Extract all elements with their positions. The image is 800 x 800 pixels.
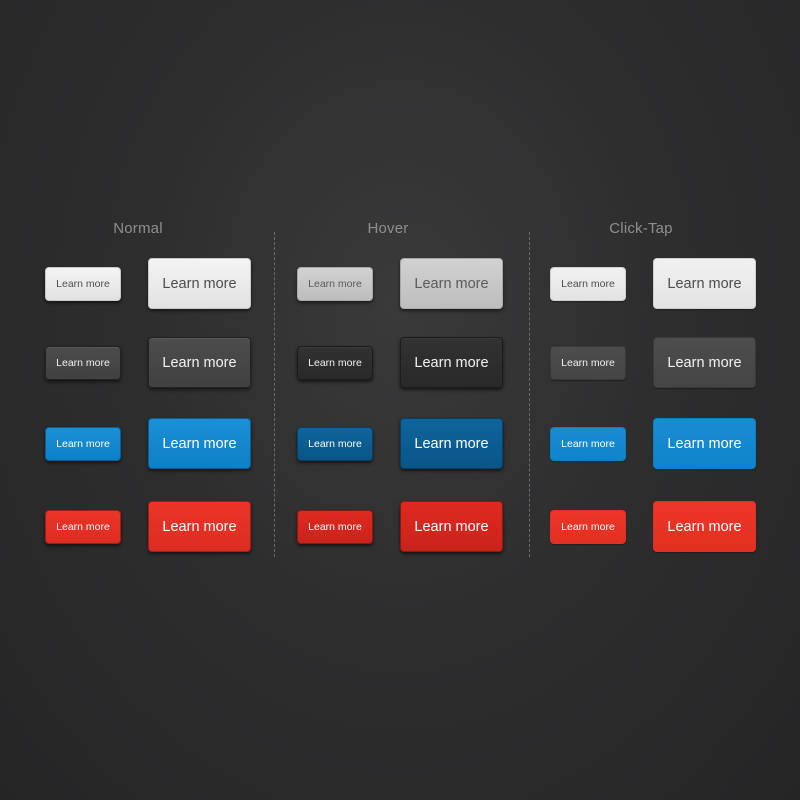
light-small-button-click-tap[interactable]: Learn more bbox=[550, 267, 626, 301]
light-small-button-hover[interactable]: Learn more bbox=[297, 267, 373, 301]
dark-small-button-hover[interactable]: Learn more bbox=[297, 346, 373, 380]
dark-small-button-normal[interactable]: Learn more bbox=[45, 346, 121, 380]
column-divider bbox=[529, 232, 530, 557]
light-large-button-click-tap[interactable]: Learn more bbox=[653, 258, 756, 309]
red-large-button-hover[interactable]: Learn more bbox=[400, 501, 503, 552]
red-large-button-click-tap[interactable]: Learn more bbox=[653, 501, 756, 552]
blue-large-button-normal[interactable]: Learn more bbox=[148, 418, 251, 469]
column-header-click-tap: Click-Tap bbox=[609, 220, 673, 237]
dark-large-button-hover[interactable]: Learn more bbox=[400, 337, 503, 388]
light-large-button-normal[interactable]: Learn more bbox=[148, 258, 251, 309]
red-large-button-normal[interactable]: Learn more bbox=[148, 501, 251, 552]
blue-small-button-click-tap[interactable]: Learn more bbox=[550, 427, 626, 461]
blue-small-button-normal[interactable]: Learn more bbox=[45, 427, 121, 461]
column-divider bbox=[274, 232, 275, 557]
dark-small-button-click-tap[interactable]: Learn more bbox=[550, 346, 626, 380]
column-header-hover: Hover bbox=[367, 220, 409, 237]
column-header-normal: Normal bbox=[113, 220, 163, 237]
red-small-button-normal[interactable]: Learn more bbox=[45, 510, 121, 544]
light-small-button-normal[interactable]: Learn more bbox=[45, 267, 121, 301]
blue-small-button-hover[interactable]: Learn more bbox=[297, 427, 373, 461]
blue-large-button-click-tap[interactable]: Learn more bbox=[653, 418, 756, 469]
dark-large-button-normal[interactable]: Learn more bbox=[148, 337, 251, 388]
red-small-button-click-tap[interactable]: Learn more bbox=[550, 510, 626, 544]
blue-large-button-hover[interactable]: Learn more bbox=[400, 418, 503, 469]
dark-large-button-click-tap[interactable]: Learn more bbox=[653, 337, 756, 388]
red-small-button-hover[interactable]: Learn more bbox=[297, 510, 373, 544]
light-large-button-hover[interactable]: Learn more bbox=[400, 258, 503, 309]
